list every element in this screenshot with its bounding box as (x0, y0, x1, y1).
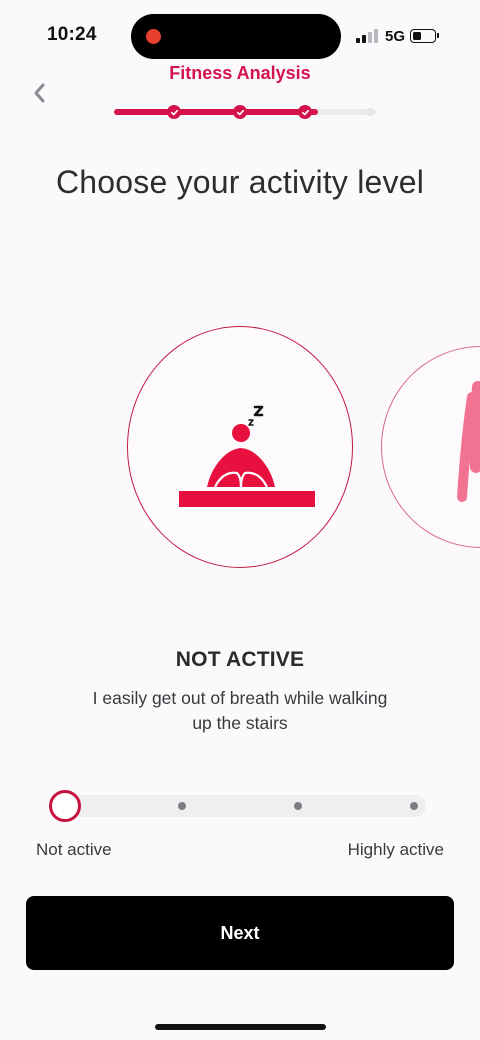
level-description: I easily get out of breath while walking… (92, 688, 388, 733)
dynamic-island (131, 14, 341, 59)
zzz-icon (248, 405, 264, 426)
check-icon (167, 105, 181, 119)
sleeping-person-icon (179, 405, 315, 507)
page-title: Choose your activity level (55, 164, 425, 200)
screen: 10:24 5G Fitness Analysis Choose your ac… (0, 0, 480, 1040)
activity-slider-track[interactable] (52, 795, 426, 817)
next-button[interactable]: Next (26, 896, 454, 970)
slider-step-dot[interactable] (410, 802, 418, 810)
step-pending-dot (366, 108, 374, 116)
signal-icon (356, 29, 378, 43)
slider-step-dot[interactable] (178, 802, 186, 810)
battery-icon (410, 29, 440, 43)
level-name: NOT ACTIVE (175, 648, 305, 671)
slider-min-label: Not active (36, 840, 112, 859)
check-icon (233, 105, 247, 119)
slider-max-label: Highly active (347, 840, 444, 859)
status-time: 10:24 (47, 24, 97, 45)
header-title: Fitness Analysis (169, 63, 311, 83)
activity-option-not-active[interactable] (127, 326, 353, 568)
check-icon (298, 105, 312, 119)
active-person-icon (457, 381, 480, 502)
status-icons: 5G (356, 26, 440, 46)
activity-option-next[interactable] (381, 346, 480, 548)
step-progress-fill (114, 109, 318, 115)
activity-slider-thumb[interactable] (49, 790, 81, 822)
network-type: 5G (385, 27, 406, 45)
recording-indicator-icon (146, 29, 161, 44)
slider-step-dot[interactable] (294, 802, 302, 810)
chevron-left-icon (34, 83, 45, 103)
home-indicator[interactable] (155, 1024, 326, 1030)
